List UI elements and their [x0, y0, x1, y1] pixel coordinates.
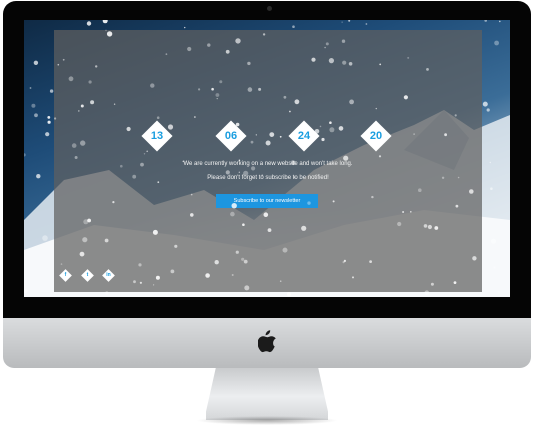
camera-icon [267, 6, 272, 11]
monitor-screen: 13 06 24 20 We are currently working on … [24, 20, 510, 297]
countdown-hours: 06 [215, 120, 247, 152]
countdown-number: 06 [224, 130, 238, 142]
countdown-number: 24 [297, 130, 311, 142]
countdown-number: 13 [150, 130, 164, 142]
monitor-stand [206, 368, 328, 420]
facebook-icon: f [64, 272, 67, 278]
countdown-days: 13 [141, 120, 173, 152]
stand-shadow [196, 416, 338, 425]
subscribe-button[interactable]: Subscribe to our newsletter [216, 194, 318, 208]
social-twitter[interactable]: t [81, 269, 94, 282]
twitter-icon: t [86, 272, 89, 278]
countdown-seconds: 20 [360, 120, 392, 152]
countdown-number: 20 [369, 130, 383, 142]
message-line-1: We are currently working on a new websit… [183, 161, 353, 167]
imac-monitor: 13 06 24 20 We are currently working on … [0, 0, 534, 430]
linkedin-icon: in [106, 272, 111, 278]
social-linkedin[interactable]: in [102, 269, 115, 282]
message-line-2: Please don't forget to subscribe to be n… [207, 175, 329, 181]
social-facebook[interactable]: f [59, 269, 72, 282]
countdown-minutes: 24 [288, 120, 320, 152]
apple-logo-icon [258, 330, 276, 353]
